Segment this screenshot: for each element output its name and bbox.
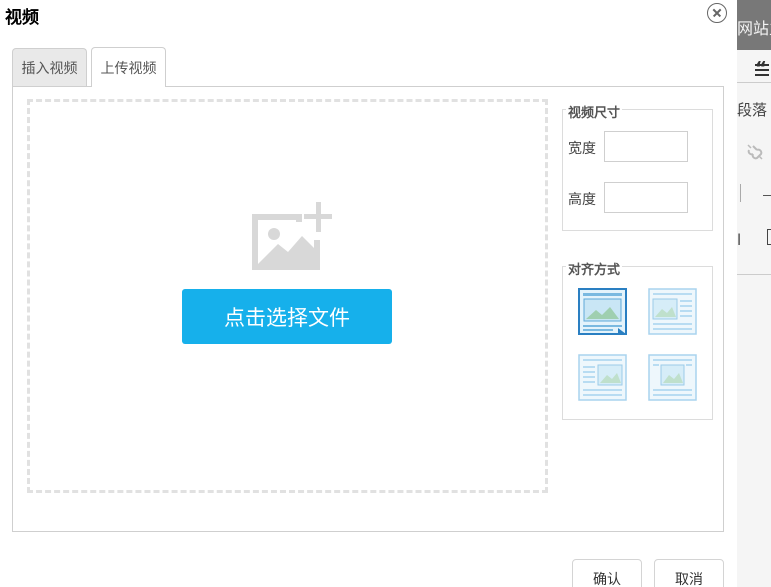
height-input[interactable]	[604, 182, 688, 213]
paragraph-dropdown[interactable]: 段落	[737, 99, 767, 120]
video-dialog: 视频 插入视频 上传视频 点击选择文件 视频尺寸 宽度 高度 对齐方式 确认 取…	[0, 0, 737, 587]
tab-upload-video[interactable]: 上传视频	[91, 47, 166, 87]
toolbar-separator	[740, 184, 741, 202]
alignment-legend: 对齐方式	[566, 259, 623, 278]
align-right-option[interactable]	[578, 354, 627, 401]
background-top-bar: 网站主	[737, 0, 771, 50]
toolbar-divider	[737, 82, 771, 83]
horizontal-line-icon	[763, 195, 771, 196]
cancel-button[interactable]: 取消	[654, 559, 724, 587]
select-file-button[interactable]: 点击选择文件	[182, 289, 392, 344]
background-editor: 网站主 “ 段落 ꞁ	[737, 0, 771, 587]
tab-insert-video[interactable]: 插入视频	[12, 48, 87, 87]
image-add-icon	[250, 202, 333, 276]
video-size-legend: 视频尺寸	[566, 102, 623, 121]
height-label: 高度	[568, 192, 596, 208]
toolbar-bottom-divider	[737, 274, 771, 275]
list-icon	[755, 64, 769, 76]
background-top-bar-text: 网站主	[737, 19, 771, 38]
width-input[interactable]	[604, 131, 688, 162]
close-icon[interactable]	[707, 3, 727, 23]
align-center-option[interactable]	[648, 354, 697, 401]
ok-button[interactable]: 确认	[572, 559, 642, 587]
frame-icon	[767, 229, 771, 245]
dialog-title: 视频	[5, 8, 39, 28]
unlink-icon	[745, 142, 765, 166]
width-label: 宽度	[568, 141, 596, 157]
code-icon: ꞁ	[737, 228, 742, 246]
align-none-option[interactable]	[578, 288, 627, 335]
align-left-option[interactable]	[648, 288, 697, 335]
